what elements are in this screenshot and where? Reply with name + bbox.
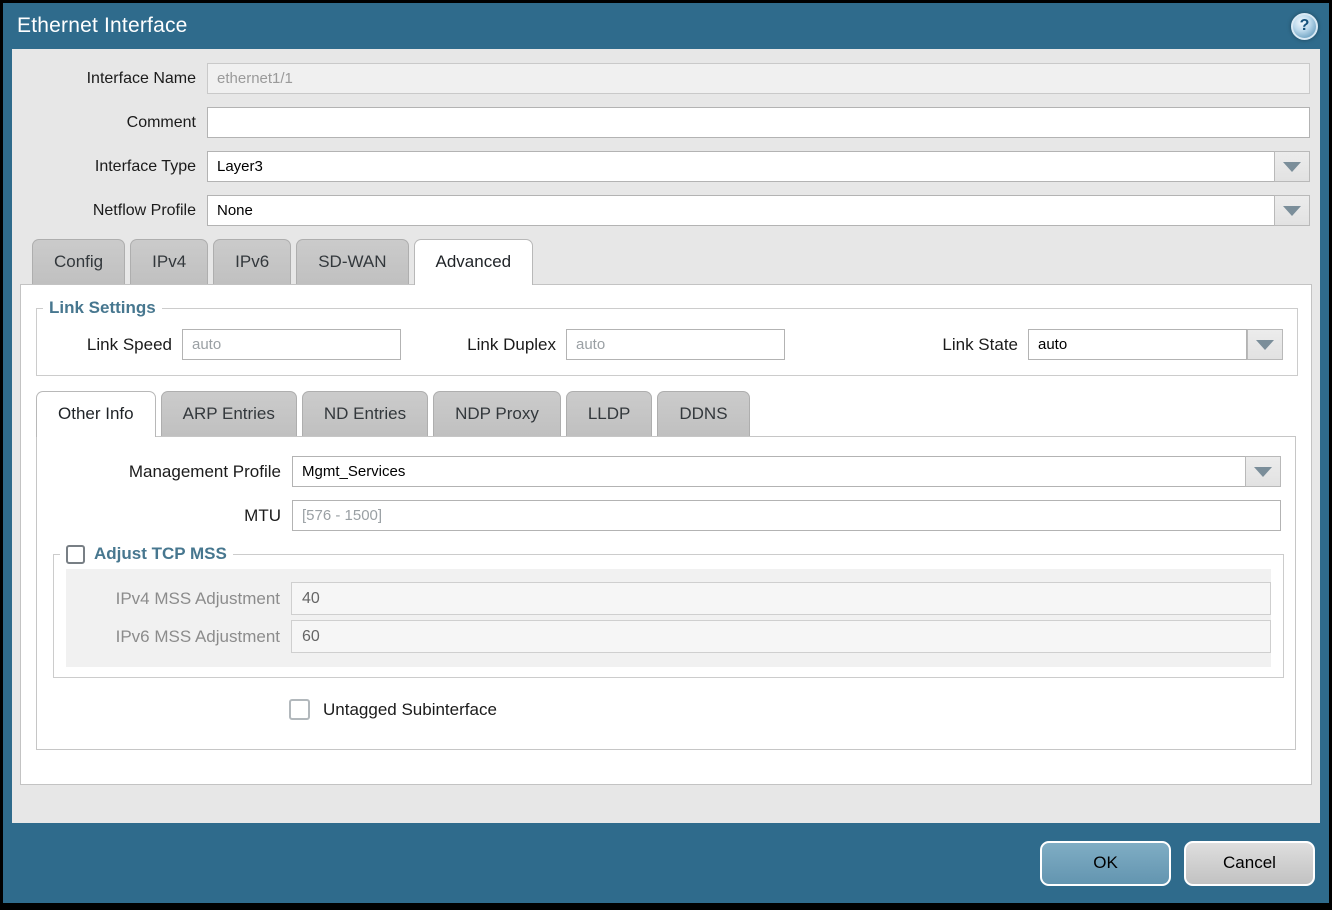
- comment-label: Comment: [12, 114, 207, 132]
- dialog-body: Interface Name Comment Interface Type Ne…: [12, 49, 1320, 823]
- link-state-value[interactable]: [1028, 329, 1247, 360]
- adjust-tcp-mss-legend-text: Adjust TCP MSS: [94, 544, 227, 564]
- netflow-profile-label: Netflow Profile: [12, 202, 207, 220]
- top-form: Interface Name Comment Interface Type Ne…: [12, 49, 1320, 226]
- advanced-tab-panel: Link Settings Link Speed Link Duplex Lin…: [20, 284, 1312, 785]
- interface-name-label: Interface Name: [12, 70, 207, 88]
- interface-name-row: Interface Name: [12, 63, 1310, 94]
- ipv6-mss-field: [291, 620, 1271, 653]
- chevron-down-icon: [1283, 162, 1301, 172]
- management-profile-row: Management Profile: [37, 456, 1281, 487]
- netflow-profile-dropdown[interactable]: [207, 195, 1310, 226]
- untagged-subinterface-checkbox[interactable]: [289, 699, 310, 720]
- tab-ndp-proxy[interactable]: NDP Proxy: [433, 391, 561, 436]
- adjust-tcp-mss-fieldset: Adjust TCP MSS IPv4 MSS Adjustment IPv6 …: [53, 544, 1284, 678]
- tab-config[interactable]: Config: [32, 239, 125, 284]
- management-profile-value[interactable]: [292, 456, 1245, 487]
- ok-button[interactable]: OK: [1040, 841, 1171, 886]
- link-state-dropdown-button[interactable]: [1247, 329, 1283, 360]
- netflow-profile-value[interactable]: [207, 195, 1274, 226]
- link-duplex-group: Link Duplex: [401, 329, 785, 360]
- comment-row: Comment: [12, 107, 1310, 138]
- mtu-row: MTU: [37, 500, 1281, 531]
- dialog-title: Ethernet Interface: [17, 14, 188, 38]
- mtu-field[interactable]: [292, 500, 1281, 531]
- netflow-profile-dropdown-button[interactable]: [1274, 195, 1310, 226]
- link-settings-row: Link Speed Link Duplex Link State: [37, 329, 1283, 360]
- tab-ddns[interactable]: DDNS: [657, 391, 749, 436]
- cancel-button[interactable]: Cancel: [1184, 841, 1315, 886]
- link-speed-group: Link Speed: [37, 329, 401, 360]
- interface-type-dropdown-button[interactable]: [1274, 151, 1310, 182]
- link-duplex-field[interactable]: [566, 329, 785, 360]
- adjust-tcp-mss-checkbox[interactable]: [66, 545, 85, 564]
- title-bar: Ethernet Interface ?: [3, 3, 1329, 49]
- interface-type-dropdown[interactable]: [207, 151, 1310, 182]
- link-speed-label: Link Speed: [37, 335, 182, 355]
- tab-arp-entries[interactable]: ARP Entries: [161, 391, 297, 436]
- link-duplex-label: Link Duplex: [401, 335, 566, 355]
- management-profile-dropdown[interactable]: [292, 456, 1281, 487]
- management-profile-dropdown-button[interactable]: [1245, 456, 1281, 487]
- interface-type-value[interactable]: [207, 151, 1274, 182]
- tab-ipv4[interactable]: IPv4: [130, 239, 208, 284]
- mtu-label: MTU: [37, 506, 292, 526]
- link-state-group: Link State: [903, 329, 1283, 360]
- sub-tab-strip: Other Info ARP Entries ND Entries NDP Pr…: [36, 391, 1311, 436]
- tab-nd-entries[interactable]: ND Entries: [302, 391, 428, 436]
- tab-advanced[interactable]: Advanced: [414, 239, 534, 285]
- chevron-down-icon: [1254, 467, 1272, 477]
- mss-disabled-panel: IPv4 MSS Adjustment IPv6 MSS Adjustment: [66, 569, 1271, 667]
- chevron-down-icon: [1283, 206, 1301, 216]
- ipv6-mss-row: IPv6 MSS Adjustment: [66, 620, 1271, 653]
- tab-sdwan[interactable]: SD-WAN: [296, 239, 408, 284]
- dialog-footer: OK Cancel: [3, 823, 1329, 903]
- untagged-subinterface-label: Untagged Subinterface: [323, 700, 497, 720]
- ipv6-mss-label: IPv6 MSS Adjustment: [66, 627, 291, 647]
- link-settings-legend: Link Settings: [43, 298, 162, 318]
- link-speed-field[interactable]: [182, 329, 401, 360]
- comment-field[interactable]: [207, 107, 1310, 138]
- chevron-down-icon: [1256, 340, 1274, 350]
- tab-lldp[interactable]: LLDP: [566, 391, 653, 436]
- ipv4-mss-label: IPv4 MSS Adjustment: [66, 589, 291, 609]
- untagged-subinterface-row: Untagged Subinterface: [289, 699, 1295, 720]
- interface-type-row: Interface Type: [12, 151, 1310, 182]
- management-profile-label: Management Profile: [37, 462, 292, 482]
- other-info-panel: Management Profile MTU: [36, 436, 1296, 750]
- interface-type-label: Interface Type: [12, 158, 207, 176]
- ethernet-interface-dialog: Ethernet Interface ? Interface Name Comm…: [0, 0, 1332, 910]
- adjust-tcp-mss-legend: Adjust TCP MSS: [60, 544, 233, 564]
- link-state-dropdown[interactable]: [1028, 329, 1283, 360]
- ipv4-mss-field: [291, 582, 1271, 615]
- interface-name-field: [207, 63, 1310, 94]
- ipv4-mss-row: IPv4 MSS Adjustment: [66, 582, 1271, 615]
- main-tab-strip: Config IPv4 IPv6 SD-WAN Advanced: [32, 239, 1320, 284]
- tab-ipv6[interactable]: IPv6: [213, 239, 291, 284]
- link-settings-fieldset: Link Settings Link Speed Link Duplex Lin…: [36, 298, 1298, 376]
- link-state-label: Link State: [903, 335, 1028, 355]
- help-icon[interactable]: ?: [1291, 13, 1318, 40]
- tab-other-info[interactable]: Other Info: [36, 391, 156, 437]
- netflow-profile-row: Netflow Profile: [12, 195, 1310, 226]
